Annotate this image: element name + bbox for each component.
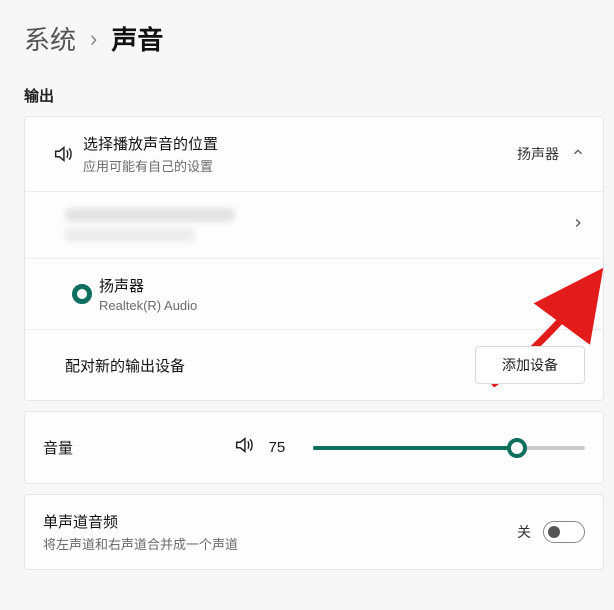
blurred-text-icon — [65, 208, 235, 222]
mono-card: 单声道音频 将左声道和右声道合并成一个声道 关 — [24, 494, 604, 570]
volume-slider[interactable] — [313, 438, 585, 458]
choose-output-value: 扬声器 — [517, 144, 559, 164]
mono-title: 单声道音频 — [43, 511, 517, 532]
output-device-speaker[interactable]: 扬声器 Realtek(R) Audio — [25, 259, 603, 330]
mono-state-label: 关 — [517, 522, 531, 542]
breadcrumb-sound: 声音 — [111, 20, 163, 57]
output-heading: 输出 — [24, 85, 604, 106]
speaker-icon — [43, 143, 83, 165]
choose-output-subtitle: 应用可能有自己的设置 — [83, 156, 517, 175]
volume-label: 音量 — [43, 437, 91, 458]
volume-value: 75 — [269, 439, 299, 456]
volume-row: 音量 75 — [25, 412, 603, 483]
pair-output-row: 配对新的输出设备 添加设备 — [25, 330, 603, 400]
breadcrumb: 系统 › 声音 — [24, 20, 604, 57]
pair-output-label: 配对新的输出设备 — [65, 355, 475, 376]
choose-output-row[interactable]: 选择播放声音的位置 应用可能有自己的设置 扬声器 — [25, 117, 603, 192]
speaker-device-desc: Realtek(R) Audio — [99, 298, 571, 313]
chevron-up-icon — [571, 145, 585, 164]
output-card: 选择播放声音的位置 应用可能有自己的设置 扬声器 (已隐藏设备) 扬声器 Rea… — [24, 116, 604, 401]
volume-icon[interactable] — [233, 434, 255, 461]
mono-subtitle: 将左声道和右声道合并成一个声道 — [43, 534, 517, 553]
mono-row: 单声道音频 将左声道和右声道合并成一个声道 关 — [25, 495, 603, 569]
radio-selected-icon[interactable] — [72, 284, 92, 304]
speaker-device-name: 扬声器 — [99, 275, 571, 296]
chevron-right-icon — [571, 285, 585, 304]
add-device-button[interactable]: 添加设备 — [475, 346, 585, 384]
volume-card: 音量 75 — [24, 411, 604, 484]
choose-output-title: 选择播放声音的位置 — [83, 133, 517, 154]
output-device-hidden[interactable]: (已隐藏设备) — [25, 192, 603, 259]
blurred-text-icon — [65, 228, 195, 242]
chevron-right-icon — [571, 216, 585, 235]
breadcrumb-separator-icon: › — [90, 26, 97, 52]
mono-toggle[interactable] — [543, 521, 585, 543]
breadcrumb-system[interactable]: 系统 — [24, 20, 76, 57]
